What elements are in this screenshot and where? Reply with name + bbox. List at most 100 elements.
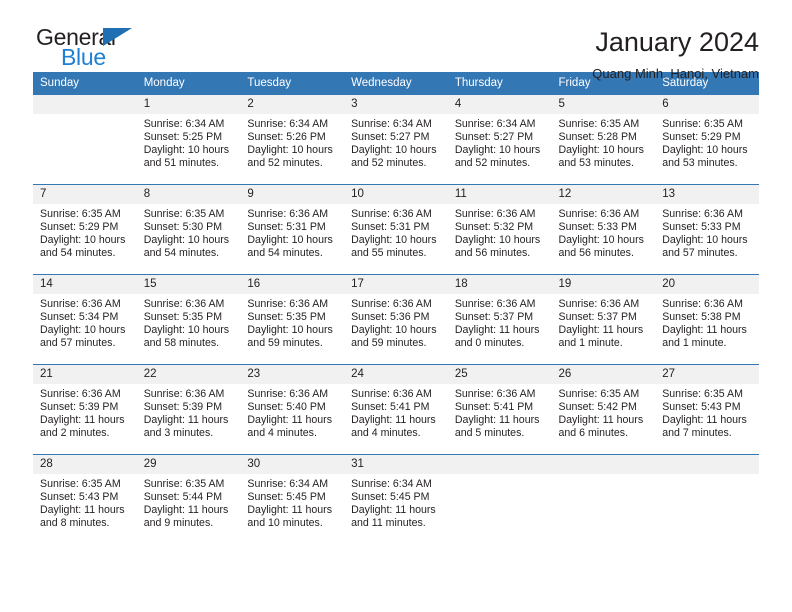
sunrise-text: Sunrise: 6:35 AM xyxy=(40,478,121,490)
sunset-text: Sunset: 5:31 PM xyxy=(247,221,326,234)
calendar-day-cell[interactable]: 4 Sunrise: 6:34 AM Sunset: 5:27 PM Daylight… xyxy=(447,94,552,185)
daylight-text: Daylight: 11 hours and 8 minutes. xyxy=(40,504,125,530)
calendar-page: General Blue January 2024 Quang Minh, Ha… xyxy=(0,0,792,612)
calendar-day-cell[interactable]: 20 Sunrise: 6:36 AM Sunset: 5:38 PM Dayligh… xyxy=(655,274,759,365)
calendar-day-cell[interactable]: 22 Sunrise: 6:36 AM Sunset: 5:39 PM Dayligh… xyxy=(136,364,241,455)
calendar-week-row: 14 Sunrise: 6:36 AM Sunset: 5:34 PM Dayligh… xyxy=(33,274,759,365)
sunset-text: Sunset: 5:37 PM xyxy=(454,311,534,324)
daylight-text: Daylight: 11 hours and 0 minutes. xyxy=(454,324,540,350)
calendar-day-cell[interactable]: 10 Sunrise: 6:36 AM Sunset: 5:31 PM Dayligh… xyxy=(344,184,448,275)
calendar-day-cell[interactable]: 16 Sunrise: 6:36 AM Sunset: 5:35 PM Dayligh… xyxy=(240,274,345,365)
logo-text-blue: Blue xyxy=(61,44,106,70)
day-details: Sunrise: 6:35 AM Sunset: 5:43 PM Daylight:… xyxy=(655,384,759,440)
sunset-text: Sunset: 5:27 PM xyxy=(351,131,430,144)
day-number: 29 xyxy=(136,455,241,474)
daylight-text: Daylight: 10 hours and 55 minutes. xyxy=(351,234,437,260)
day-number: 6 xyxy=(655,95,759,114)
calendar-day-cell[interactable]: 12 Sunrise: 6:36 AM Sunset: 5:33 PM Dayligh… xyxy=(551,184,656,275)
sunrise-text: Sunrise: 6:36 AM xyxy=(454,298,536,310)
weekday-header-tuesday: Tuesday xyxy=(240,72,345,95)
calendar-day-cell[interactable]: 31 Sunrise: 6:34 AM Sunset: 5:45 PM Dayligh… xyxy=(344,454,448,545)
calendar-day-cell[interactable]: 14 Sunrise: 6:36 AM Sunset: 5:34 PM Dayligh… xyxy=(33,274,137,365)
calendar-day-cell[interactable]: 27 Sunrise: 6:35 AM Sunset: 5:43 PM Dayligh… xyxy=(655,364,759,455)
calendar-day-cell[interactable]: 15 Sunrise: 6:36 AM Sunset: 5:35 PM Dayligh… xyxy=(136,274,241,365)
sunset-text: Sunset: 5:42 PM xyxy=(558,401,637,414)
day-details: Sunrise: 6:36 AM Sunset: 5:38 PM Daylight:… xyxy=(655,294,759,350)
calendar-day-cell[interactable]: 17 Sunrise: 6:36 AM Sunset: 5:36 PM Dayligh… xyxy=(344,274,448,365)
calendar-day-cell[interactable]: 6 Sunrise: 6:35 AM Sunset: 5:29 PM Daylight… xyxy=(655,94,759,185)
sunrise-text: Sunrise: 6:36 AM xyxy=(143,298,225,310)
sunset-text: Sunset: 5:27 PM xyxy=(454,131,534,144)
calendar-day-cell[interactable]: 28 Sunrise: 6:35 AM Sunset: 5:43 PM Dayligh… xyxy=(33,454,137,545)
daylight-text: Daylight: 10 hours and 58 minutes. xyxy=(143,324,230,350)
sunset-text: Sunset: 5:35 PM xyxy=(247,311,326,324)
sunrise-text: Sunrise: 6:34 AM xyxy=(351,118,432,130)
daylight-text: Daylight: 10 hours and 53 minutes. xyxy=(558,144,644,170)
daylight-text: Daylight: 11 hours and 1 minute. xyxy=(662,324,747,350)
day-number: 3 xyxy=(344,95,448,114)
calendar-day-cell[interactable]: 21 Sunrise: 6:36 AM Sunset: 5:39 PM Dayligh… xyxy=(33,364,137,455)
day-details: Sunrise: 6:35 AM Sunset: 5:44 PM Daylight:… xyxy=(137,474,241,530)
calendar-day-cell[interactable]: 2 Sunrise: 6:34 AM Sunset: 5:26 PM Daylight… xyxy=(240,94,345,185)
day-details: Sunrise: 6:34 AM Sunset: 5:27 PM Daylight:… xyxy=(344,114,448,170)
calendar-day-cell[interactable]: 7 Sunrise: 6:35 AM Sunset: 5:29 PM Daylight… xyxy=(33,184,137,275)
day-number: 15 xyxy=(136,275,241,294)
sunrise-text: Sunrise: 6:36 AM xyxy=(351,388,432,400)
daylight-text: Daylight: 10 hours and 56 minutes. xyxy=(454,234,541,260)
calendar-day-cell[interactable]: 24 Sunrise: 6:36 AM Sunset: 5:41 PM Dayligh… xyxy=(344,364,448,455)
daylight-text: Daylight: 11 hours and 4 minutes. xyxy=(247,414,333,440)
sunset-text: Sunset: 5:40 PM xyxy=(247,401,326,414)
day-number: 28 xyxy=(33,455,137,474)
day-details: Sunrise: 6:36 AM Sunset: 5:34 PM Daylight:… xyxy=(33,294,137,350)
day-details: Sunrise: 6:36 AM Sunset: 5:35 PM Daylight:… xyxy=(240,294,344,350)
day-number: 30 xyxy=(240,455,345,474)
sunrise-text: Sunrise: 6:36 AM xyxy=(558,298,640,310)
calendar-week-row: 7 Sunrise: 6:35 AM Sunset: 5:29 PM Daylight… xyxy=(33,184,759,275)
day-number: 22 xyxy=(136,365,241,384)
day-details: Sunrise: 6:36 AM Sunset: 5:41 PM Daylight:… xyxy=(344,384,448,440)
sunset-text: Sunset: 5:41 PM xyxy=(454,401,534,414)
sunrise-text: Sunrise: 6:36 AM xyxy=(247,208,329,220)
daylight-text: Daylight: 11 hours and 2 minutes. xyxy=(40,414,125,440)
calendar-day-cell[interactable]: 5 Sunrise: 6:35 AM Sunset: 5:28 PM Daylight… xyxy=(551,94,656,185)
daylight-text: Daylight: 10 hours and 59 minutes. xyxy=(351,324,437,350)
sunrise-text: Sunrise: 6:35 AM xyxy=(143,478,225,490)
calendar-day-cell[interactable]: 26 Sunrise: 6:35 AM Sunset: 5:42 PM Dayligh… xyxy=(551,364,656,455)
calendar-day-cell[interactable]: 8 Sunrise: 6:35 AM Sunset: 5:30 PM Daylight… xyxy=(136,184,241,275)
sunset-text: Sunset: 5:39 PM xyxy=(40,401,119,414)
sunset-text: Sunset: 5:45 PM xyxy=(247,491,326,504)
sunrise-text: Sunrise: 6:36 AM xyxy=(247,298,329,310)
calendar-day-cell[interactable]: 18 Sunrise: 6:36 AM Sunset: 5:37 PM Dayligh… xyxy=(447,274,552,365)
calendar-day-cell[interactable]: 25 Sunrise: 6:36 AM Sunset: 5:41 PM Dayligh… xyxy=(447,364,552,455)
calendar-day-cell[interactable]: 11 Sunrise: 6:36 AM Sunset: 5:32 PM Dayligh… xyxy=(447,184,552,275)
calendar-day-cell[interactable]: 19 Sunrise: 6:36 AM Sunset: 5:37 PM Dayligh… xyxy=(551,274,656,365)
calendar-day-cell[interactable]: 1 Sunrise: 6:34 AM Sunset: 5:25 PM Daylight… xyxy=(136,94,241,185)
sunset-text: Sunset: 5:39 PM xyxy=(143,401,223,414)
day-number: 11 xyxy=(447,185,552,204)
day-number: 21 xyxy=(33,365,137,384)
calendar-day-cell[interactable]: 30 Sunrise: 6:34 AM Sunset: 5:45 PM Dayligh… xyxy=(240,454,345,545)
calendar-day-cell[interactable]: 9 Sunrise: 6:36 AM Sunset: 5:31 PM Daylight… xyxy=(240,184,345,275)
calendar-day-cell[interactable]: 3 Sunrise: 6:34 AM Sunset: 5:27 PM Daylight… xyxy=(344,94,448,185)
calendar-week-row: 28 Sunrise: 6:35 AM Sunset: 5:43 PM Dayligh… xyxy=(33,454,759,545)
calendar-day-cell[interactable]: 29 Sunrise: 6:35 AM Sunset: 5:44 PM Dayligh… xyxy=(136,454,241,545)
daylight-text: Daylight: 11 hours and 11 minutes. xyxy=(351,504,436,530)
day-details: Sunrise: 6:34 AM Sunset: 5:27 PM Daylight:… xyxy=(448,114,552,170)
sunset-text: Sunset: 5:33 PM xyxy=(558,221,637,234)
day-number xyxy=(551,455,656,474)
day-details: Sunrise: 6:36 AM Sunset: 5:31 PM Daylight:… xyxy=(344,204,448,260)
calendar-day-cell[interactable]: 23 Sunrise: 6:36 AM Sunset: 5:40 PM Dayligh… xyxy=(240,364,345,455)
daylight-text: Daylight: 11 hours and 7 minutes. xyxy=(662,414,747,440)
day-details: Sunrise: 6:36 AM Sunset: 5:35 PM Daylight:… xyxy=(137,294,241,350)
day-number: 9 xyxy=(240,185,345,204)
calendar-day-cell[interactable]: 13 Sunrise: 6:36 AM Sunset: 5:33 PM Dayligh… xyxy=(655,184,759,275)
day-details: Sunrise: 6:35 AM Sunset: 5:42 PM Daylight:… xyxy=(552,384,656,440)
sunrise-text: Sunrise: 6:36 AM xyxy=(558,208,640,220)
sunrise-text: Sunrise: 6:34 AM xyxy=(247,478,329,490)
daylight-text: Daylight: 10 hours and 52 minutes. xyxy=(454,144,541,170)
daylight-text: Daylight: 11 hours and 3 minutes. xyxy=(143,414,229,440)
day-number: 23 xyxy=(240,365,345,384)
day-number: 12 xyxy=(551,185,656,204)
day-details: Sunrise: 6:35 AM Sunset: 5:30 PM Daylight:… xyxy=(137,204,241,260)
sunset-text: Sunset: 5:37 PM xyxy=(558,311,637,324)
